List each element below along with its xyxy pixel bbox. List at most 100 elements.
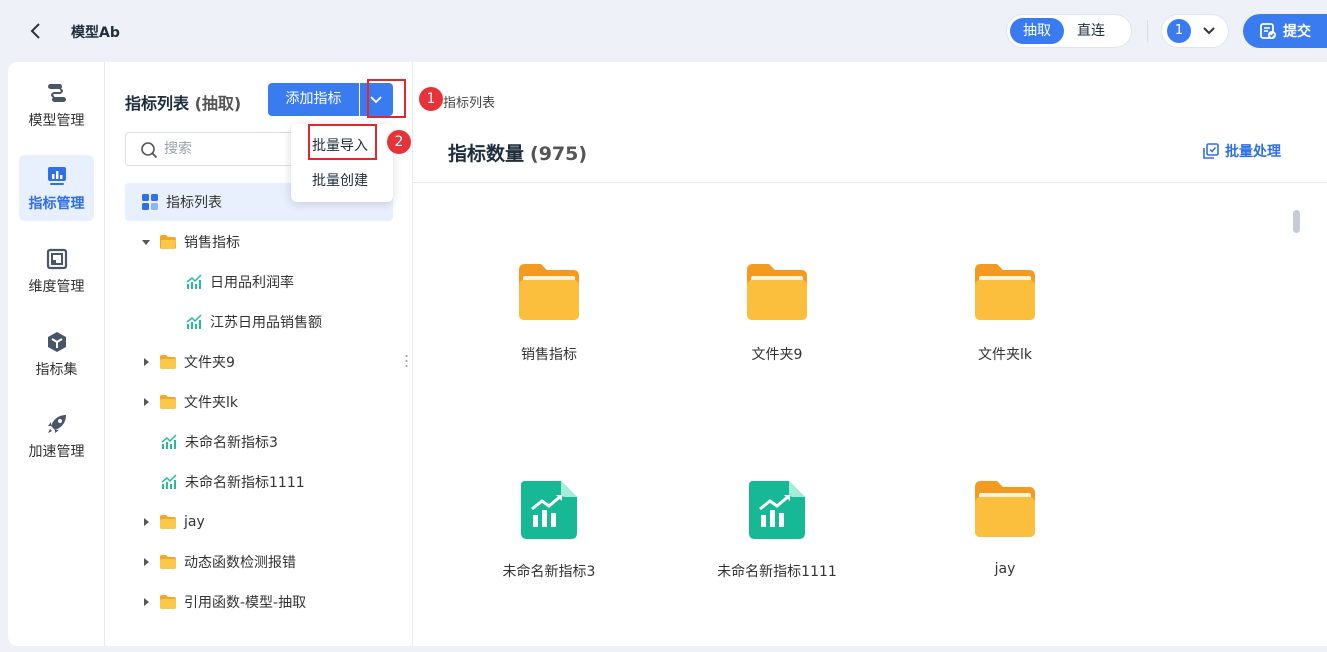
tile-folder-9[interactable]: 文件夹9 [697, 260, 857, 364]
metric-trend-icon [186, 274, 202, 289]
tree-title: 指标列表 (抽取) [125, 90, 241, 114]
folder-icon [160, 395, 176, 409]
user-badge: 1 [1167, 19, 1191, 43]
tree-item-unnamed-metric-1111[interactable]: 未命名新指标1111 [125, 462, 393, 502]
highlight-box-batch-import [308, 124, 377, 160]
tree-item-label: 销售指标 [184, 235, 240, 251]
tree-item-jay[interactable]: jay [125, 502, 393, 542]
submit-doc-icon [1260, 23, 1276, 39]
nav-metric-set[interactable]: 指标集 [19, 321, 94, 387]
tree-item-folder-9[interactable]: 文件夹9 [125, 342, 393, 382]
scrollbar-thumb[interactable] [1293, 210, 1300, 233]
tree-item-unnamed-metric-3[interactable]: 未命名新指标3 [125, 422, 393, 462]
tree-item-daily-profit-rate[interactable]: 日用品利润率 [125, 262, 393, 302]
mode-direct-button[interactable]: 直连 [1064, 18, 1118, 44]
caret-right-icon[interactable] [141, 397, 151, 407]
metric-set-icon [47, 332, 66, 352]
menu-item-batch-create[interactable]: 批量创建 [312, 170, 368, 190]
folder-icon [160, 355, 176, 369]
content-title: 指标数量 (975) [448, 139, 587, 166]
folder-icon [519, 264, 579, 320]
tile-unnamed-metric-3[interactable]: 未命名新指标3 [469, 477, 629, 581]
folder-icon [160, 515, 176, 529]
nav-metric-management[interactable]: 指标管理 [19, 155, 94, 221]
user-selector[interactable]: 1 [1161, 14, 1229, 48]
tree-item-label: 未命名新指标1111 [185, 475, 305, 491]
metric-chart-icon [47, 167, 66, 185]
tree-title-suffix: (抽取) [194, 94, 242, 113]
caret-right-icon[interactable] [141, 557, 151, 567]
metric-trend-icon [161, 434, 177, 449]
tree-item-dynamic-func-error[interactable]: 动态函数检测报错 [125, 542, 393, 582]
metric-count: (975) [530, 143, 588, 165]
tile-unnamed-metric-1111[interactable]: 未命名新指标1111 [697, 477, 857, 581]
metric-file-icon [521, 481, 577, 539]
breadcrumb[interactable]: 指标列表 [443, 92, 495, 111]
tree-item-label: 引用函数-模型-抽取 [184, 595, 307, 611]
tile-folder-lk[interactable]: 文件夹lk [925, 260, 1085, 364]
folder-open-icon [160, 235, 176, 249]
batch-process-icon [1203, 143, 1219, 159]
nav-label: 加速管理 [28, 444, 85, 460]
caret-right-icon[interactable] [141, 517, 151, 527]
search-icon [141, 142, 158, 159]
tree-item-label: 江苏日用品销售额 [210, 315, 322, 331]
tile-jay[interactable]: jay [925, 477, 1085, 577]
dimension-icon [46, 248, 67, 270]
content-area: 指标列表 指标数量 (975) 批量处理 销售指标 文件夹9 文件夹lk 未命名新… [413, 62, 1327, 646]
tile-label: 未命名新指标1111 [717, 564, 837, 580]
submit-label: 提交 [1283, 24, 1311, 40]
tile-label: 销售指标 [521, 347, 577, 363]
add-metric-button[interactable]: 添加指标 [268, 83, 359, 116]
content-title-text: 指标数量 [448, 143, 525, 165]
batch-process-button[interactable]: 批量处理 [1203, 141, 1281, 161]
tree-item-label: 指标列表 [166, 195, 222, 211]
rocket-icon [47, 415, 66, 433]
nav-label: 维度管理 [28, 279, 85, 295]
highlight-box-dropdown [367, 79, 406, 118]
batch-process-label: 批量处理 [1225, 144, 1281, 160]
submit-button[interactable]: 提交 [1243, 14, 1327, 48]
tree-item-label: 文件夹lk [184, 395, 238, 411]
main-card: 模型管理 指标管理 维度管理 指标集 加速管理 指标列表 (抽取) 添加指标 搜… [8, 62, 1327, 646]
tree-title-text: 指标列表 [125, 94, 190, 113]
tree-item-label: 未命名新指标3 [185, 435, 278, 451]
tile-label: 文件夹lk [978, 347, 1032, 363]
nav-model-management[interactable]: 模型管理 [19, 72, 94, 138]
folder-icon [160, 595, 176, 609]
tree-item-label: 文件夹9 [184, 355, 235, 371]
tile-label: 未命名新指标3 [502, 564, 596, 580]
tile-label: 文件夹9 [751, 347, 803, 363]
nav-label: 指标管理 [28, 196, 85, 212]
caret-right-icon[interactable] [141, 357, 151, 367]
back-arrow-icon[interactable] [26, 20, 46, 42]
model-flow-icon [47, 84, 66, 102]
content-divider [413, 182, 1327, 183]
tree-item-sales-metrics[interactable]: 销售指标 [125, 222, 393, 262]
tree-item-label: jay [184, 514, 205, 530]
tile-label: jay [994, 561, 1016, 577]
step-badge-2: 2 [387, 130, 411, 154]
tile-sales-metrics[interactable]: 销售指标 [469, 260, 629, 364]
mode-toggle: 抽取 直连 [1006, 14, 1132, 48]
caret-down-icon[interactable] [141, 237, 151, 247]
tree-item-label: 动态函数检测报错 [184, 555, 296, 571]
tree-item-ref-func-model-extract[interactable]: 引用函数-模型-抽取 [125, 582, 393, 622]
nav-label: 指标集 [35, 362, 78, 378]
left-nav: 模型管理 指标管理 维度管理 指标集 加速管理 [8, 62, 105, 646]
panel-resize-handle[interactable] [405, 354, 408, 368]
tree-item-jiangsu-sales[interactable]: 江苏日用品销售额 [125, 302, 393, 342]
metric-trend-icon [186, 314, 202, 329]
nav-dimension-management[interactable]: 维度管理 [19, 238, 94, 304]
metric-trend-icon [161, 474, 177, 489]
metric-file-icon [749, 481, 805, 539]
mode-extract-button[interactable]: 抽取 [1010, 18, 1064, 44]
tree-item-label: 日用品利润率 [210, 275, 294, 291]
folder-icon [975, 481, 1035, 537]
chevron-down-icon [1203, 27, 1215, 35]
folder-icon [747, 264, 807, 320]
caret-right-icon[interactable] [141, 597, 151, 607]
nav-acceleration-management[interactable]: 加速管理 [19, 403, 94, 469]
model-title: 模型Ab [71, 25, 120, 41]
tree-item-folder-lk[interactable]: 文件夹lk [125, 382, 393, 422]
